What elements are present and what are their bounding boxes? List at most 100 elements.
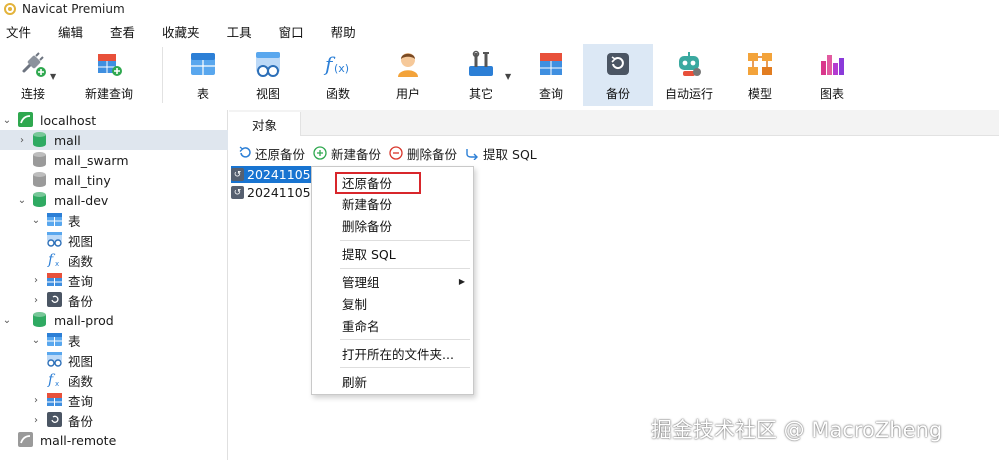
tree-db-mall-dev[interactable]: ⌄ mall-dev	[0, 190, 228, 210]
ctx-manage-group[interactable]: 管理组 ▶	[312, 271, 473, 292]
tree-node-view[interactable]: 视图	[0, 230, 228, 250]
menu-file[interactable]: 文件	[6, 22, 31, 41]
chevron-down-icon[interactable]: ⌄	[2, 115, 12, 126]
robot-icon	[674, 49, 704, 79]
tree-node-query[interactable]: › 查询	[0, 390, 228, 410]
context-menu: 还原备份 新建备份 删除备份 提取 SQL 管理组 ▶ 复制 重命名 打开所在的…	[311, 166, 474, 395]
new-query-button[interactable]: 新建查询	[66, 44, 152, 106]
tree-node-view[interactable]: 视图	[0, 350, 228, 370]
extract-sql-label: 提取 SQL	[483, 146, 537, 162]
ctx-restore-backup[interactable]: 还原备份	[312, 172, 473, 193]
tree-label: mall-remote	[40, 432, 117, 448]
chevron-down-icon[interactable]: ⌄	[2, 315, 12, 326]
new-query-label: 新建查询	[84, 87, 133, 101]
tab-objects[interactable]: 对象	[229, 112, 301, 136]
database-icon	[33, 132, 47, 147]
navicat-logo-icon	[4, 3, 16, 15]
database-icon	[33, 172, 47, 187]
ctx-refresh[interactable]: 刷新	[312, 371, 473, 392]
tree-db-mall-swarm[interactable]: mall_swarm	[0, 150, 228, 170]
menu-divider	[340, 268, 470, 269]
new-backup-button[interactable]: 新建备份	[313, 144, 381, 163]
function-icon: fx	[47, 371, 61, 388]
tree-label: mall-prod	[54, 312, 114, 328]
chevron-right-icon[interactable]: ›	[31, 395, 41, 406]
ctx-extract-sql[interactable]: 提取 SQL	[312, 243, 473, 264]
backup-button[interactable]: 备份	[583, 44, 653, 106]
extract-arrow-icon	[465, 146, 479, 160]
tree-label: 表	[68, 333, 81, 349]
automation-label: 自动运行	[664, 87, 713, 101]
user-button[interactable]: 用户	[373, 44, 443, 106]
tree-db-mall[interactable]: › mall	[0, 130, 228, 150]
query-icon	[47, 272, 62, 287]
query-button[interactable]: 查询	[519, 44, 583, 106]
plug-icon	[18, 49, 48, 79]
other-button[interactable]: 其它 ▼	[443, 44, 519, 106]
backup-label: 备份	[605, 87, 630, 101]
restore-backup-button[interactable]: 还原备份	[237, 144, 305, 163]
tree-label: mall-dev	[54, 192, 109, 208]
title-bar: Navicat Premium	[0, 0, 999, 18]
tree-node-function[interactable]: fx 函数	[0, 370, 228, 390]
function-button[interactable]: f (x) 函数	[303, 44, 373, 106]
toolbar-divider	[162, 47, 163, 103]
chevron-right-icon[interactable]: ›	[31, 415, 41, 426]
backup-icon	[603, 49, 633, 79]
tree-label: 查询	[68, 273, 94, 289]
query-label: 查询	[538, 87, 563, 101]
connect-button[interactable]: 连接 ▼	[0, 44, 66, 106]
table-button[interactable]: 表	[173, 44, 233, 106]
ctx-delete-backup[interactable]: 删除备份	[312, 215, 473, 236]
tree-node-query[interactable]: › 查询	[0, 270, 228, 290]
table-icon	[47, 212, 62, 227]
tree-connection-localhost[interactable]: ⌄ localhost	[0, 110, 228, 130]
object-toolbar: 还原备份 新建备份 删除备份 提取 SQL	[229, 142, 999, 164]
menu-edit[interactable]: 编辑	[58, 22, 83, 41]
ctx-new-backup[interactable]: 新建备份	[312, 193, 473, 214]
menu-view[interactable]: 查看	[110, 22, 135, 41]
view-button[interactable]: 视图	[233, 44, 303, 106]
extract-sql-button[interactable]: 提取 SQL	[465, 144, 537, 163]
tree-node-backup[interactable]: › 备份	[0, 290, 228, 310]
model-button[interactable]: 模型	[725, 44, 795, 106]
tree-connection-mall-remote[interactable]: mall-remote	[0, 430, 228, 450]
chevron-right-icon[interactable]: ›	[17, 135, 27, 146]
chevron-right-icon[interactable]: ›	[31, 295, 41, 306]
tree-db-mall-prod[interactable]: ⌄ mall-prod	[0, 310, 228, 330]
menu-tools[interactable]: 工具	[227, 22, 252, 41]
backup-icon	[47, 412, 62, 427]
chevron-down-icon[interactable]: ▼	[505, 72, 511, 81]
backup-file-item[interactable]: ↺ 202411051	[231, 184, 321, 201]
tree-node-function[interactable]: fx 函数	[0, 250, 228, 270]
function-icon: f (x)	[323, 49, 353, 79]
tree-label: 函数	[68, 373, 94, 389]
menu-window[interactable]: 窗口	[279, 22, 304, 41]
chevron-down-icon[interactable]: ⌄	[31, 335, 41, 346]
ctx-copy[interactable]: 复制	[312, 293, 473, 314]
chart-button[interactable]: 图表	[795, 44, 869, 106]
tree-label: 视图	[68, 233, 94, 249]
mysql-connection-icon	[18, 112, 33, 127]
query-icon	[47, 392, 62, 407]
model-label: 模型	[747, 87, 772, 101]
tree-db-mall-tiny[interactable]: mall_tiny	[0, 170, 228, 190]
tree-node-table[interactable]: ⌄ 表	[0, 210, 228, 230]
tree-node-table[interactable]: ⌄ 表	[0, 330, 228, 350]
menu-help[interactable]: 帮助	[331, 22, 356, 41]
tree-node-backup[interactable]: › 备份	[0, 410, 228, 430]
automation-button[interactable]: 自动运行	[653, 44, 725, 106]
menu-divider	[340, 339, 470, 340]
menu-favorites[interactable]: 收藏夹	[162, 22, 200, 41]
svg-text:x: x	[55, 380, 59, 387]
chevron-down-icon[interactable]: ⌄	[31, 215, 41, 226]
chevron-right-icon[interactable]: ›	[31, 275, 41, 286]
delete-backup-button[interactable]: 删除备份	[389, 144, 457, 163]
view-icon	[47, 352, 62, 367]
chevron-down-icon[interactable]: ⌄	[17, 195, 27, 206]
ctx-rename[interactable]: 重命名	[312, 315, 473, 336]
chevron-down-icon[interactable]: ▼	[50, 72, 56, 81]
ctx-open-folder[interactable]: 打开所在的文件夹...	[312, 343, 473, 364]
backup-file-item[interactable]: ↺ 202411051	[231, 166, 321, 183]
view-icon	[47, 232, 62, 247]
